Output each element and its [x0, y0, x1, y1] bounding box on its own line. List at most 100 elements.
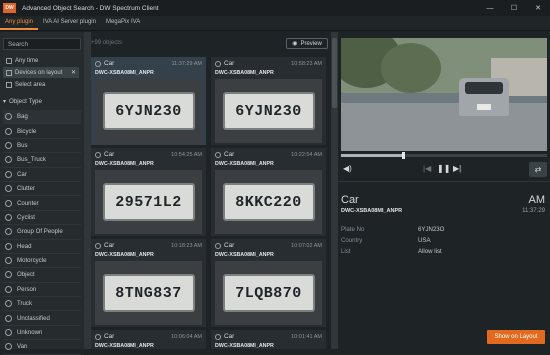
plate-thumbnail: 29571L2 — [95, 170, 202, 234]
card-time: 10:58:23 AM — [291, 61, 322, 67]
object-type-item[interactable]: Group Of People — [3, 225, 81, 240]
object-type-item[interactable]: Head — [3, 240, 81, 254]
preview-button[interactable]: ◉ Preview — [286, 38, 328, 49]
card-device: DWC-XSBA08MI_ANPR — [95, 161, 154, 167]
road-shape — [341, 103, 547, 151]
gear-icon — [5, 329, 12, 337]
result-card[interactable]: Car 10:58:23 AM DWC-XSBA08MI_ANPR 6YJN23… — [211, 57, 326, 145]
object-type-item[interactable]: Unclassified — [3, 311, 81, 326]
pause-icon[interactable]: ❚❚ — [437, 164, 450, 173]
plate-text: 8TNG837 — [102, 274, 195, 312]
object-type-item[interactable]: Cyclist — [3, 211, 81, 226]
object-type-item[interactable]: Bus — [3, 139, 81, 154]
maximize-button[interactable]: ☐ — [502, 0, 526, 16]
detail-object-type: Car — [341, 194, 359, 206]
camera-icon — [6, 69, 12, 76]
results-panel: +99 objects ◉ Preview Car 11:37:29 AM DW… — [91, 32, 331, 349]
video-preview[interactable] — [341, 38, 547, 151]
plate-text: 8KKC220 — [222, 183, 315, 221]
object-type-item[interactable]: Object — [3, 268, 81, 283]
playback-timeline[interactable] — [341, 152, 547, 159]
gear-icon — [5, 257, 12, 265]
plate-text: 29571L2 — [102, 183, 195, 221]
result-card[interactable]: Car 10:06:04 AM DWC-XSBA08MI_ANPR — [91, 330, 206, 349]
results-scrollbar[interactable] — [331, 32, 338, 349]
timeline-handle[interactable] — [401, 152, 405, 159]
minimize-button[interactable]: — — [478, 0, 502, 16]
object-type-item[interactable]: Person — [3, 283, 81, 298]
car-icon — [215, 242, 221, 249]
card-type: Car — [224, 60, 235, 67]
skip-back-icon[interactable]: |◀ — [423, 164, 431, 173]
camera-filter-label: Devices on layout — [15, 69, 63, 76]
car-icon — [215, 151, 221, 158]
attribute-value: USA — [418, 237, 431, 244]
loop-icon: ⇄ — [534, 165, 542, 174]
search-input[interactable]: Search — [3, 38, 81, 50]
plate-thumbnail: 6YJN230 — [95, 79, 202, 143]
filter-panel: Search Any time Devices on layout ✕ Sele… — [0, 32, 84, 355]
car-icon — [215, 60, 221, 67]
time-filter[interactable]: Any time — [3, 55, 38, 66]
object-type-item[interactable]: Counter — [3, 196, 81, 211]
time-filter-label: Any time — [15, 57, 39, 64]
gear-icon — [5, 285, 12, 293]
result-count: +99 objects — [91, 40, 122, 46]
object-type-item[interactable]: Bicycle — [3, 124, 81, 139]
result-card[interactable]: Car 10:18:23 AM DWC-XSBA08MI_ANPR 8TNG83… — [91, 239, 206, 327]
car-icon — [95, 242, 101, 249]
result-card[interactable]: Car 10:07:02 AM DWC-XSBA08MI_ANPR 7LQB87… — [211, 239, 326, 327]
object-type-section[interactable]: ▾ Object Type — [3, 98, 42, 105]
car-shape — [459, 78, 509, 116]
clear-filter-icon[interactable]: ✕ — [71, 69, 76, 76]
show-on-layout-button[interactable]: Show on Layout — [487, 330, 545, 344]
card-type: Car — [104, 333, 115, 340]
card-device: DWC-XSBA08MI_ANPR — [95, 343, 154, 349]
card-device: DWC-XSBA08MI_ANPR — [215, 252, 274, 258]
result-card[interactable]: Car 10:01:41 AM DWC-XSBA08MI_ANPR — [211, 330, 326, 349]
card-device: DWC-XSBA08MI_ANPR — [215, 70, 274, 76]
card-time: 10:07:02 AM — [291, 243, 322, 249]
close-button[interactable]: ✕ — [526, 0, 550, 16]
object-type-item[interactable]: Bus_Truck — [3, 153, 81, 168]
tab-any-plugin[interactable]: Any plugin — [0, 17, 39, 30]
tab-iva-ai-server-plugin[interactable]: IVA AI Server plugin — [38, 17, 101, 30]
card-device: DWC-XSBA08MI_ANPR — [215, 343, 274, 349]
detail-panel: ◀) |◀ ❚❚ ▶| ⇄ Car AM DWC-XSBA08MI_ANPR 1… — [338, 32, 550, 349]
object-type-item[interactable]: Car — [3, 168, 81, 182]
card-time: 11:37:29 AM — [171, 61, 202, 67]
result-card[interactable]: Car 10:22:54 AM DWC-XSBA08MI_ANPR 8KKC22… — [211, 148, 326, 236]
detail-time: 11:37:29 — [522, 208, 545, 214]
object-type-list: Bag Bicycle Bus Bus_Truck Car Clutter Co… — [3, 110, 81, 355]
result-card[interactable]: Car 11:37:29 AM DWC-XSBA08MI_ANPR 6YJN23… — [91, 57, 206, 145]
loop-button[interactable]: ⇄ — [529, 162, 547, 177]
object-type-item[interactable]: Bag — [3, 110, 81, 125]
gear-icon — [5, 170, 12, 178]
object-type-item[interactable]: Clutter — [3, 182, 81, 197]
object-type-item[interactable]: Motorcycle — [3, 254, 81, 269]
plugin-tabs: Any plugin IVA AI Server plugin MegaPix … — [0, 16, 550, 31]
volume-icon[interactable]: ◀) — [343, 164, 352, 173]
result-card[interactable]: Car 10:54:25 AM DWC-XSBA08MI_ANPR 29571L… — [91, 148, 206, 236]
card-device: DWC-XSBA08MI_ANPR — [215, 161, 274, 167]
tab-megapix-iva[interactable]: MegaPix IVA — [101, 17, 145, 30]
calendar-icon — [6, 57, 12, 64]
attribute-name: List — [341, 248, 351, 255]
area-filter[interactable]: Select area — [3, 79, 45, 90]
object-type-item[interactable]: Van — [3, 340, 81, 355]
camera-filter[interactable]: Devices on layout ✕ — [3, 67, 79, 78]
gear-icon — [5, 199, 12, 207]
skip-forward-icon[interactable]: ▶| — [453, 164, 461, 173]
tree-shape — [381, 43, 441, 93]
left-scrollbar[interactable] — [84, 32, 91, 349]
gear-icon — [5, 113, 12, 121]
gear-icon — [5, 213, 12, 221]
gear-icon — [5, 156, 12, 164]
window-title: Advanced Object Search - DW Spectrum Cli… — [22, 4, 159, 12]
plate-thumbnail: 7LQB870 — [215, 261, 322, 325]
object-type-item[interactable]: Truck — [3, 297, 81, 312]
playback-controls: ◀) |◀ ❚❚ ▶| ⇄ — [341, 162, 547, 178]
scrollbar-thumb[interactable] — [332, 38, 337, 108]
object-type-item[interactable]: Unknown — [3, 326, 81, 341]
car-icon — [95, 151, 101, 158]
